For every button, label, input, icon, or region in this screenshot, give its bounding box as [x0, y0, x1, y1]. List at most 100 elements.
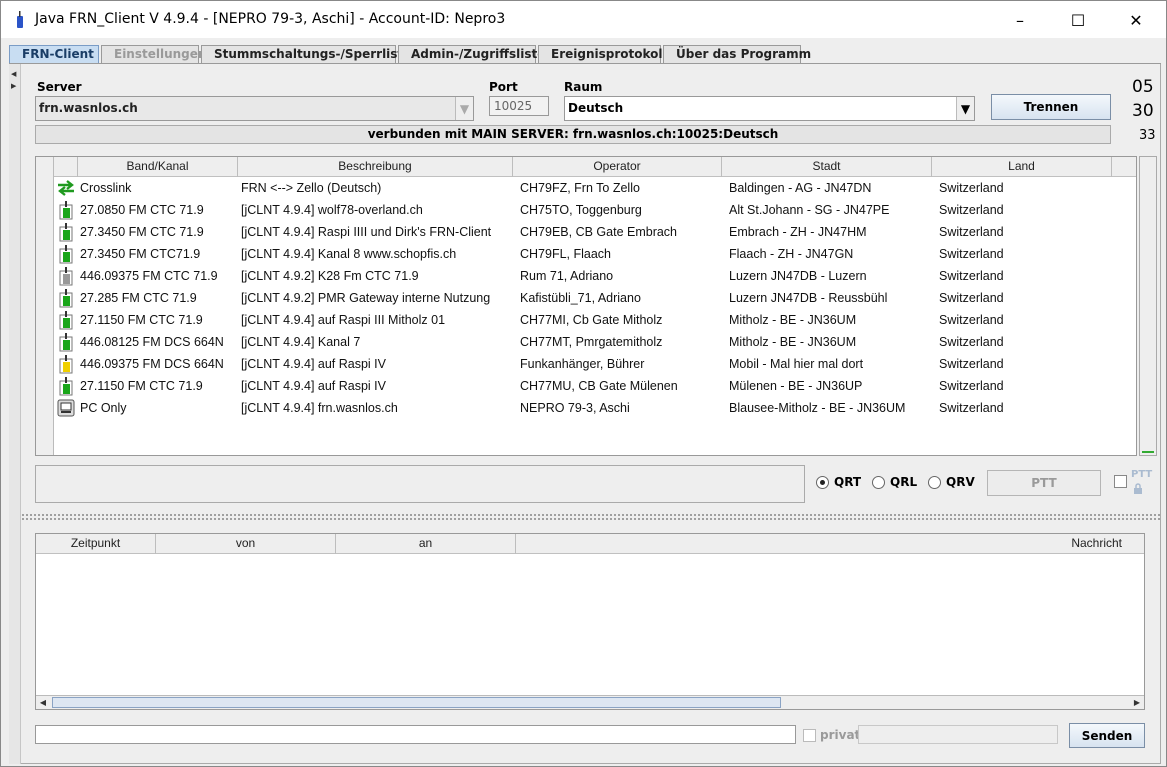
cell-operator: CH79FZ, Frn To Zello	[520, 181, 640, 195]
server-dropdown-button[interactable]: ▼	[455, 97, 473, 120]
cell-band: 27.285 FM CTC 71.9	[80, 291, 197, 305]
radio-qrv[interactable]: QRV	[928, 475, 975, 489]
counter-mid: 30	[1132, 101, 1154, 121]
radio-qrv-circle[interactable]	[928, 475, 941, 489]
connection-status: verbunden mit MAIN SERVER: frn.wasnlos.c…	[35, 125, 1111, 144]
expand-left-icon[interactable]: ◀	[11, 70, 16, 78]
column-header-an[interactable]: an	[336, 534, 516, 554]
user-row[interactable]: 27.0850 FM CTC 71.9 [jCLNT 4.9.4] wolf78-…	[54, 199, 1136, 221]
maximize-button[interactable]: ☐	[1049, 1, 1107, 39]
cell-band: 446.09375 FM DCS 664N	[80, 357, 224, 371]
cell-operator: CH79FL, Flaach	[520, 247, 612, 261]
cell-stadt: Baldingen - AG - JN47DN	[729, 181, 872, 195]
messages-table-header: Zeitpunkt von an Nachricht	[36, 534, 1144, 554]
column-header-band[interactable]: Band/Kanal	[78, 157, 238, 177]
main-frame: FRN-Client Einstellungen Stummschaltungs…	[0, 38, 1167, 767]
radio-qrt-circle[interactable]	[816, 475, 829, 489]
ptt-button[interactable]: PTT	[987, 470, 1101, 496]
user-row[interactable]: 27.1150 FM CTC 71.9 [jCLNT 4.9.4] auf Ras…	[54, 375, 1136, 397]
port-field[interactable]: 10025	[489, 96, 549, 116]
room-dropdown-button[interactable]: ▼	[956, 97, 974, 120]
ptt-lock-checkbox[interactable]	[1114, 475, 1127, 488]
cell-operator: NEPRO 79-3, Aschi	[520, 401, 630, 415]
privat-recipient-field[interactable]	[858, 725, 1058, 744]
column-header-beschreibung[interactable]: Beschreibung	[238, 157, 513, 177]
trennen-button[interactable]: Trennen	[991, 94, 1111, 120]
pc-icon	[54, 397, 78, 419]
cell-land: Switzerland	[939, 335, 1004, 349]
tab-zugriffsliste[interactable]: Admin-/Zugriffsliste	[398, 45, 545, 63]
messages-hscrollbar[interactable]: ◀ ▶	[36, 695, 1144, 709]
column-header-zeitpunkt[interactable]: Zeitpunkt	[36, 534, 156, 554]
icon-column-header[interactable]	[54, 157, 78, 177]
user-row[interactable]: Crosslink FRN <--> Zello (Deutsch) CH79FZ,…	[54, 177, 1136, 199]
tab-ueber-programm[interactable]: Über das Programm	[663, 45, 811, 63]
user-row[interactable]: 446.09375 FM CTC 71.9 [jCLNT 4.9.2] K28 F…	[54, 265, 1136, 287]
radio-qrl-label: QRL	[890, 475, 918, 489]
tab-stummschaltungsliste[interactable]: Stummschaltungs-/Sperrliste	[201, 45, 411, 63]
scroll-thumb[interactable]	[52, 697, 781, 708]
cell-stadt: Mobil - Mal hier mal dort	[729, 357, 864, 371]
close-button[interactable]: ✕	[1107, 1, 1165, 39]
message-input[interactable]	[35, 725, 796, 744]
cell-land: Switzerland	[939, 203, 1004, 217]
expand-right-icon[interactable]: ▶	[11, 82, 16, 90]
window-titlebar: Java FRN_Client V 4.9.4 - [NEPRO 79-3, A…	[0, 0, 1167, 38]
cell-operator: Rum 71, Adriano	[520, 269, 614, 283]
tab-frn-client[interactable]: FRN-Client	[9, 45, 99, 63]
radio-gray-icon	[54, 265, 78, 287]
cell-stadt: Embrach - ZH - JN47HM	[729, 225, 867, 239]
tab-einstellungen[interactable]: Einstellungen	[101, 45, 206, 63]
privat-checkbox[interactable]	[803, 729, 816, 742]
room-label: Raum	[564, 80, 603, 94]
user-row[interactable]: 27.1150 FM CTC 71.9 [jCLNT 4.9.4] auf Ras…	[54, 309, 1136, 331]
radio-qrt-label: QRT	[834, 475, 862, 489]
scroll-left-icon[interactable]: ◀	[36, 696, 50, 709]
pane-splitter[interactable]	[21, 513, 1161, 520]
ptt-info-field	[35, 465, 805, 503]
cell-land: Switzerland	[939, 225, 1004, 239]
scroll-right-icon[interactable]: ▶	[1130, 696, 1144, 709]
tab-ereignisprotokoll[interactable]: Ereignisprotokoll	[538, 45, 667, 63]
cell-beschreibung: [jCLNT 4.9.4] frn.wasnlos.ch	[241, 401, 398, 415]
cell-beschreibung: [jCLNT 4.9.4] auf Raspi IV	[241, 379, 386, 393]
radio-qrl[interactable]: QRL	[872, 475, 917, 489]
user-row[interactable]: 27.3450 FM CTC71.9 [jCLNT 4.9.4] Kanal 8 …	[54, 243, 1136, 265]
column-header-nachricht[interactable]: Nachricht	[516, 534, 1144, 554]
user-row[interactable]: 446.08125 FM DCS 664N [jCLNT 4.9.4] Kanal…	[54, 331, 1136, 353]
cell-beschreibung: [jCLNT 4.9.4] Kanal 8 www.schopfis.ch	[241, 247, 457, 261]
radio-green-icon	[54, 331, 78, 353]
cell-stadt: Alt St.Johann - SG - JN47PE	[729, 203, 890, 217]
users-row-gutter	[36, 157, 54, 455]
cell-stadt: Mülenen - BE - JN36UP	[729, 379, 863, 393]
column-header-operator[interactable]: Operator	[513, 157, 722, 177]
chevron-down-icon: ▼	[459, 101, 470, 116]
cell-band: 27.1150 FM CTC 71.9	[80, 379, 203, 393]
collapse-rail[interactable]: ◀ ▶	[9, 64, 21, 764]
user-row[interactable]: 27.285 FM CTC 71.9 [jCLNT 4.9.2] PMR Gate…	[54, 287, 1136, 309]
senden-button[interactable]: Senden	[1069, 723, 1145, 748]
cell-band: 27.1150 FM CTC 71.9	[80, 313, 203, 327]
cell-land: Switzerland	[939, 401, 1004, 415]
column-header-stadt[interactable]: Stadt	[722, 157, 932, 177]
cell-operator: Kafistübli_71, Adriano	[520, 291, 641, 305]
cell-stadt: Blausee-Mitholz - BE - JN36UM	[729, 401, 906, 415]
radio-green-icon	[54, 375, 78, 397]
server-value: frn.wasnlos.ch	[39, 101, 138, 115]
server-select[interactable]: frn.wasnlos.ch	[35, 96, 474, 121]
column-header-von[interactable]: von	[156, 534, 336, 554]
user-row[interactable]: 446.09375 FM DCS 664N [jCLNT 4.9.4] auf R…	[54, 353, 1136, 375]
cell-beschreibung: [jCLNT 4.9.2] PMR Gateway interne Nutzun…	[241, 291, 491, 305]
lock-icon	[1134, 483, 1142, 494]
cell-operator: Funkanhänger, Bührer	[520, 357, 645, 371]
minimize-button[interactable]: –	[991, 1, 1049, 39]
room-select[interactable]: Deutsch	[564, 96, 975, 121]
radio-green-icon	[54, 221, 78, 243]
radio-qrt[interactable]: QRT	[816, 475, 861, 489]
cell-beschreibung: [jCLNT 4.9.4] Raspi IIII und Dirk's FRN-…	[241, 225, 492, 239]
cell-band: 27.3450 FM CTC71.9	[80, 247, 201, 261]
user-row[interactable]: PC Only [jCLNT 4.9.4] frn.wasnlos.ch NEPRO…	[54, 397, 1136, 419]
radio-qrl-circle[interactable]	[872, 475, 885, 489]
user-row[interactable]: 27.3450 FM CTC 71.9 [jCLNT 4.9.4] Raspi I…	[54, 221, 1136, 243]
column-header-land[interactable]: Land	[932, 157, 1112, 177]
